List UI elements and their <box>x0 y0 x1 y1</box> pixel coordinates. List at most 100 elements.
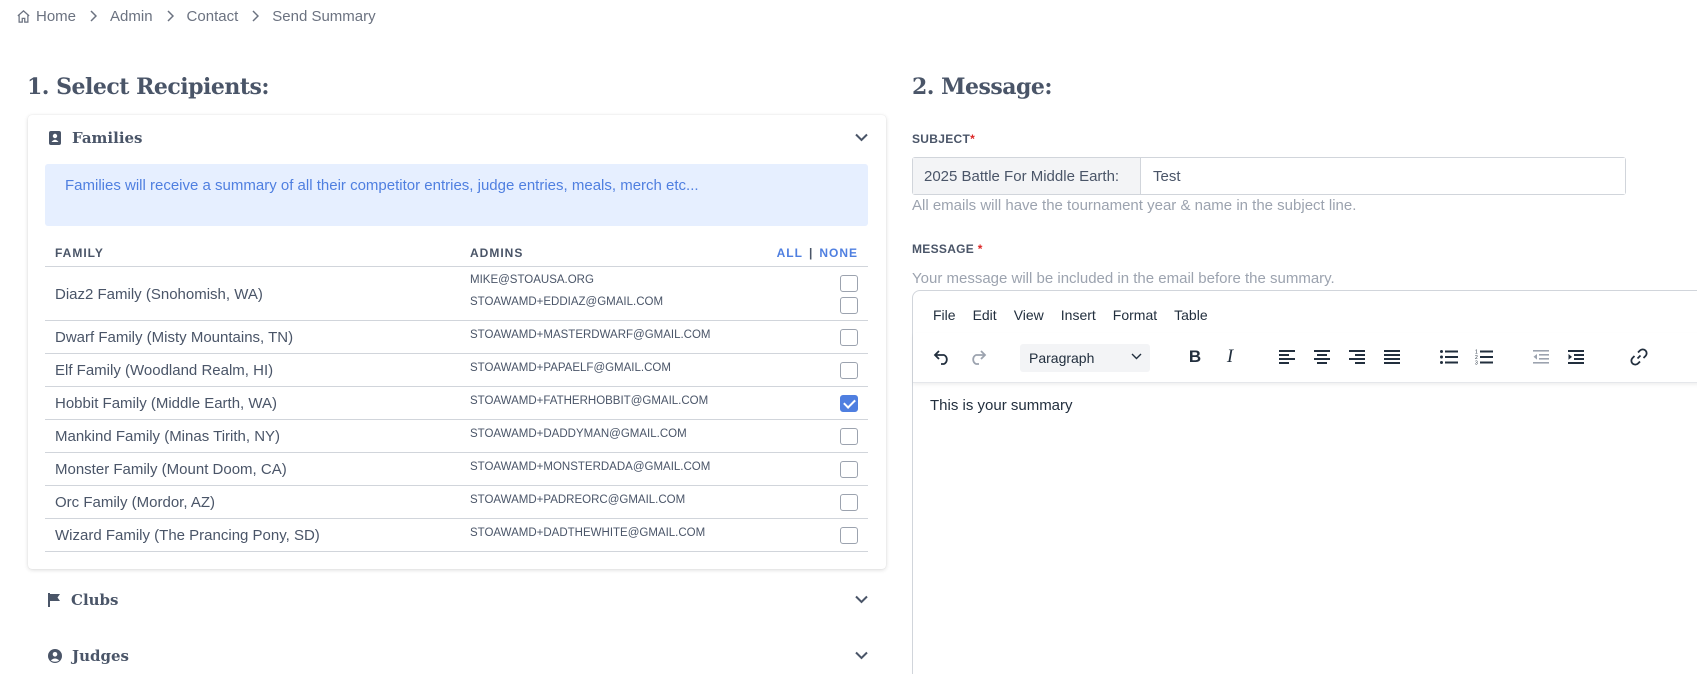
recipient-checkbox-checked[interactable] <box>840 395 858 412</box>
user-circle-icon <box>48 649 62 663</box>
admin-email: MIKE@STOAUSA.ORG <box>470 274 594 286</box>
menu-table[interactable]: Table <box>1174 307 1207 323</box>
column-header-family: FAMILY <box>55 246 104 260</box>
family-name: Orc Family (Mordor, AZ) <box>55 494 216 511</box>
subject-help: All emails will have the tournament year… <box>912 197 1357 214</box>
table-row: Wizard Family (The Prancing Pony, SD) ST… <box>45 519 868 552</box>
subject-label: SUBJECT* <box>912 132 976 146</box>
family-name: Hobbit Family (Middle Earth, WA) <box>55 395 277 412</box>
recipient-checkbox[interactable] <box>840 329 858 346</box>
table-row: Elf Family (Woodland Realm, HI) STOAWAMD… <box>45 354 868 387</box>
redo-icon[interactable] <box>966 345 990 369</box>
chevron-right-icon <box>238 10 272 22</box>
menu-format[interactable]: Format <box>1113 307 1157 323</box>
align-right-icon[interactable] <box>1345 345 1369 369</box>
recipient-checkbox[interactable] <box>840 297 858 314</box>
menu-edit[interactable]: Edit <box>973 307 997 323</box>
table-row: Diaz2 Family (Snohomish, WA) MIKE@STOAUS… <box>45 267 868 321</box>
editor-content[interactable]: This is your summary <box>930 397 1073 414</box>
recipient-checkbox[interactable] <box>840 527 858 544</box>
admin-email: STOAWAMD+MONSTERDADA@GMAIL.COM <box>470 461 711 473</box>
breadcrumb: Home Admin Contact Send Summary <box>16 6 376 26</box>
subject-input[interactable] <box>1141 158 1625 194</box>
home-icon <box>17 9 30 23</box>
judges-accordion-header[interactable]: Judges <box>48 646 868 666</box>
message-label: MESSAGE * <box>912 242 983 256</box>
breadcrumb-current: Send Summary <box>272 7 376 25</box>
required-marker: * <box>970 132 976 146</box>
numbered-list-icon[interactable]: 123 <box>1472 345 1496 369</box>
families-title: Families <box>72 129 143 147</box>
undo-icon[interactable] <box>930 345 954 369</box>
select-separator: | <box>808 246 814 260</box>
chevron-down-icon[interactable] <box>855 651 868 660</box>
editor-toolbar: Paragraph B I 123 <box>913 333 1697 383</box>
block-format-select[interactable]: Paragraph <box>1020 344 1150 372</box>
admin-email: STOAWAMD+PAPAELF@GMAIL.COM <box>470 362 671 374</box>
breadcrumb-home[interactable]: Home <box>16 8 76 25</box>
subject-prefix: 2025 Battle For Middle Earth: <box>913 158 1141 194</box>
rich-text-editor: File Edit View Insert Format Table Parag… <box>912 290 1697 674</box>
families-panel: Families Families will receive a summary… <box>28 115 886 569</box>
table-row: Dwarf Family (Misty Mountains, TN) STOAW… <box>45 321 868 354</box>
family-name: Dwarf Family (Misty Mountains, TN) <box>55 329 294 346</box>
chevron-down-icon[interactable] <box>855 133 868 142</box>
subject-input-group: 2025 Battle For Middle Earth: <box>912 157 1626 195</box>
clubs-title: Clubs <box>71 591 119 609</box>
message-title: 2. Message: <box>912 74 1053 100</box>
menu-insert[interactable]: Insert <box>1061 307 1096 323</box>
italic-icon[interactable]: I <box>1218 345 1242 369</box>
admin-email: STOAWAMD+FATHERHOBBIT@GMAIL.COM <box>470 395 709 407</box>
families-accordion-header[interactable]: Families <box>48 128 868 148</box>
recipient-checkbox[interactable] <box>840 461 858 478</box>
clubs-accordion-header[interactable]: Clubs <box>48 590 868 610</box>
admin-email: STOAWAMD+EDDIAZ@GMAIL.COM <box>470 296 664 308</box>
table-row: Mankind Family (Minas Tirith, NY) STOAWA… <box>45 420 868 453</box>
address-book-icon <box>49 131 61 145</box>
table-row: Orc Family (Mordor, AZ) STOAWAMD+PADREOR… <box>45 486 868 519</box>
table-header: FAMILY ADMINS ALL | NONE <box>45 246 868 267</box>
recipient-checkbox[interactable] <box>840 494 858 511</box>
chevron-right-icon <box>153 10 187 22</box>
indent-icon[interactable] <box>1564 345 1588 369</box>
chevron-down-icon <box>1131 353 1142 360</box>
families-table: FAMILY ADMINS ALL | NONE Diaz2 Family (Sno… <box>45 246 868 552</box>
family-name: Mankind Family (Minas Tirith, NY) <box>55 428 281 445</box>
table-row: Hobbit Family (Middle Earth, WA) STOAWAM… <box>45 387 868 420</box>
recipient-checkbox[interactable] <box>840 428 858 445</box>
admin-email: STOAWAMD+DADTHEWHITE@GMAIL.COM <box>470 527 706 539</box>
family-name: Elf Family (Woodland Realm, HI) <box>55 362 274 379</box>
chevron-right-icon <box>76 10 110 22</box>
svg-text:3: 3 <box>1475 361 1478 366</box>
outdent-icon[interactable] <box>1529 345 1553 369</box>
editor-menubar: File Edit View Insert Format Table <box>933 307 1225 323</box>
column-header-admins: ADMINS <box>470 246 524 260</box>
breadcrumb-home-label: Home <box>36 7 77 25</box>
align-left-icon[interactable] <box>1275 345 1299 369</box>
breadcrumb-contact[interactable]: Contact <box>187 8 239 25</box>
menu-view[interactable]: View <box>1014 307 1044 323</box>
select-none-link[interactable]: NONE <box>819 246 858 260</box>
family-name: Monster Family (Mount Doom, CA) <box>55 461 287 478</box>
breadcrumb-admin[interactable]: Admin <box>110 8 153 25</box>
bold-icon[interactable]: B <box>1183 345 1207 369</box>
align-center-icon[interactable] <box>1310 345 1334 369</box>
recipient-checkbox[interactable] <box>840 362 858 379</box>
recipient-checkbox[interactable] <box>840 275 858 292</box>
link-icon[interactable] <box>1627 345 1651 369</box>
flag-icon <box>48 593 60 607</box>
align-justify-icon[interactable] <box>1380 345 1404 369</box>
required-marker: * <box>977 242 983 256</box>
family-name: Diaz2 Family (Snohomish, WA) <box>55 286 263 303</box>
bullet-list-icon[interactable] <box>1437 345 1461 369</box>
menu-file[interactable]: File <box>933 307 956 323</box>
family-name: Wizard Family (The Prancing Pony, SD) <box>55 527 320 544</box>
admin-email: STOAWAMD+MASTERDWARF@GMAIL.COM <box>470 329 711 341</box>
chevron-down-icon[interactable] <box>855 595 868 604</box>
judges-title: Judges <box>72 647 129 665</box>
select-all-none: ALL | NONE <box>777 246 858 260</box>
select-all-link[interactable]: ALL <box>777 246 803 260</box>
table-row: Monster Family (Mount Doom, CA) STOAWAMD… <box>45 453 868 486</box>
block-format-value: Paragraph <box>1029 350 1095 366</box>
admin-email: STOAWAMD+PADREORC@GMAIL.COM <box>470 494 686 506</box>
